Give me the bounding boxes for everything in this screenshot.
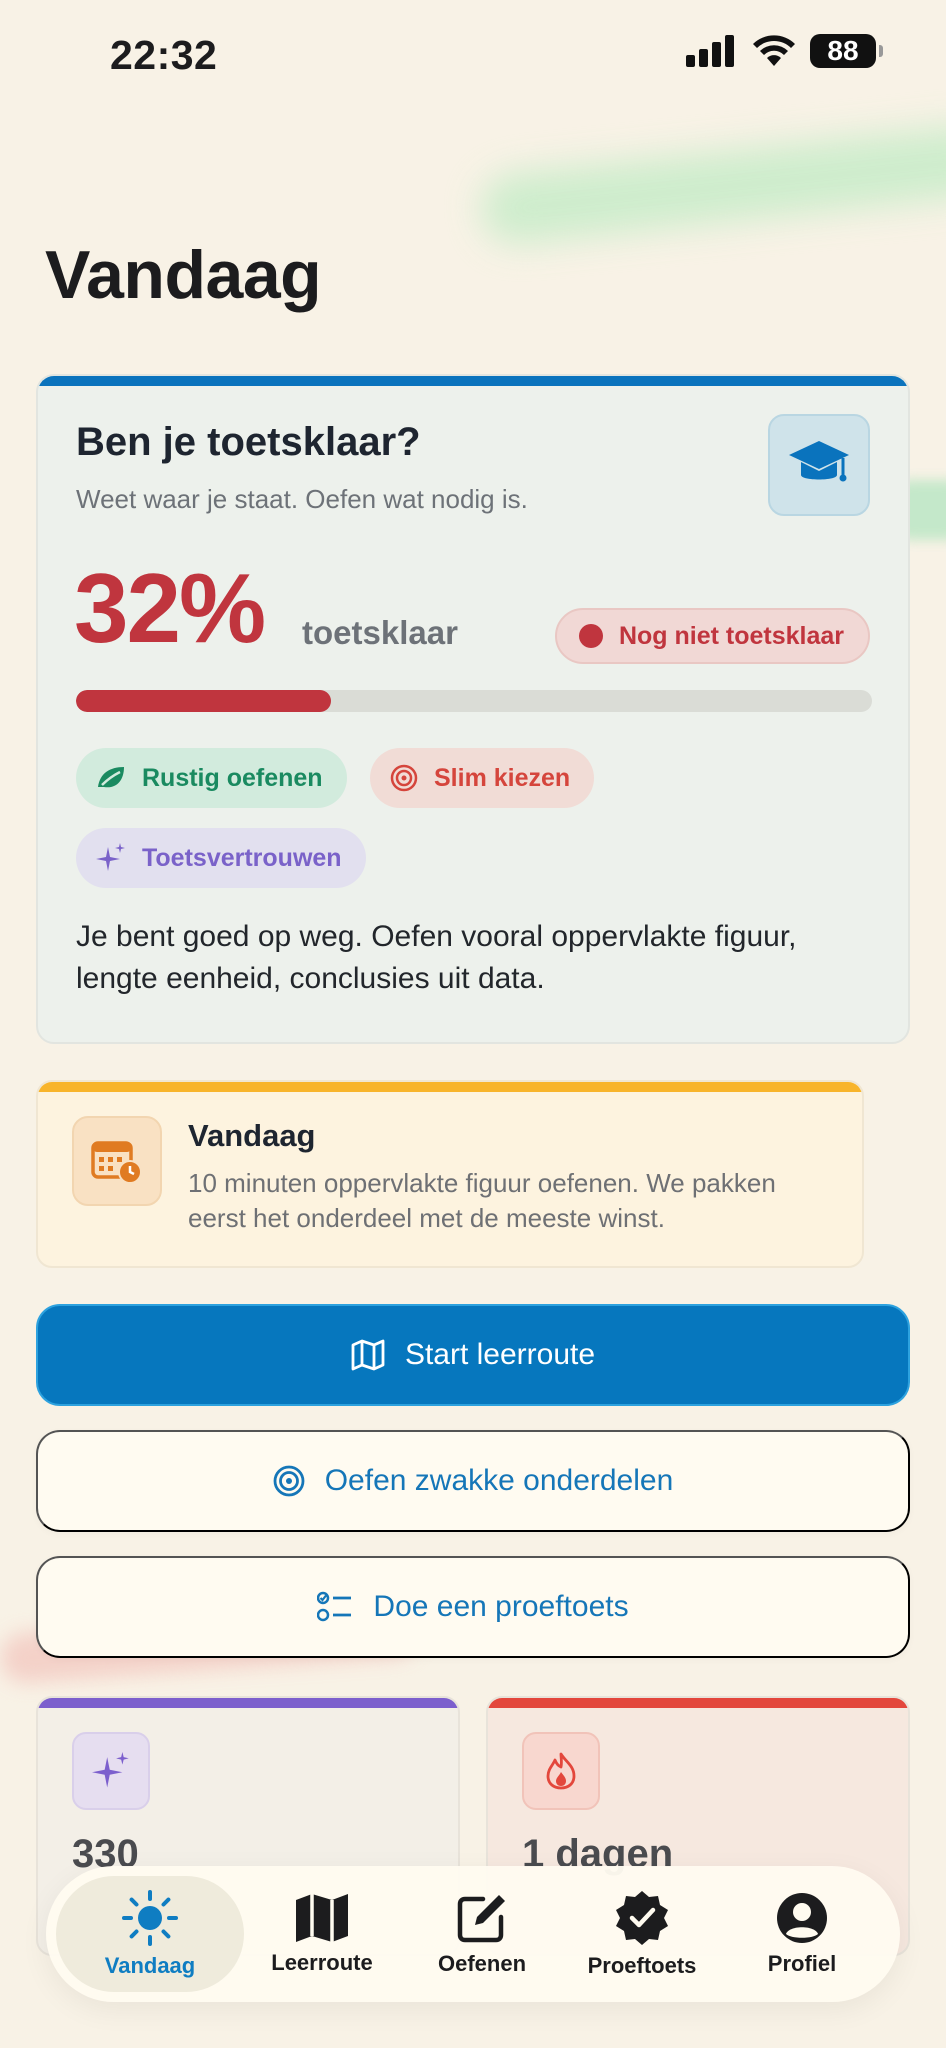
nav-tab-leerroute[interactable]: Leerroute — [242, 1876, 402, 1992]
card-accent-bar — [38, 1082, 862, 1092]
start-leerroute-button[interactable]: Start leerroute — [36, 1304, 910, 1406]
nav-label: Profiel — [767, 1951, 837, 1976]
sparkles-icon — [96, 843, 125, 871]
map-icon — [296, 1894, 348, 1942]
readiness-progress-fill — [76, 690, 331, 712]
readiness-card[interactable]: Ben je toetsklaar? Weet waar je staat. O… — [36, 374, 910, 1044]
card-accent-bar — [38, 1698, 458, 1708]
nav-label: Leerroute — [271, 1950, 373, 1975]
flame-icon — [522, 1732, 600, 1810]
readiness-status-text: Nog niet toetsklaar — [618, 621, 844, 650]
graduation-cap-icon — [768, 414, 870, 516]
page-title: Vandaag — [45, 237, 322, 313]
user-avatar-icon — [777, 1893, 827, 1943]
card-accent-bar — [488, 1698, 908, 1708]
chip-slim-kiezen[interactable]: Slim kiezen — [370, 748, 595, 808]
checklist-icon — [317, 1591, 352, 1622]
oefen-zwakke-onderdelen-button[interactable]: Oefen zwakke onderdelen — [36, 1430, 910, 1532]
edit-icon — [457, 1895, 505, 1943]
verified-badge-icon — [616, 1891, 668, 1945]
nav-label: Proeftoets — [587, 1953, 697, 1978]
sparkles-icon — [72, 1732, 150, 1810]
nav-tab-profiel[interactable]: Profiel — [722, 1876, 882, 1992]
button-label: Start leerroute — [404, 1338, 596, 1371]
readiness-percentage-label: toetsklaar — [302, 614, 458, 651]
chip-toetsvertrouwen[interactable]: Toetsvertrouwen — [76, 828, 366, 888]
status-icons: 88 — [686, 34, 883, 68]
nav-tab-vandaag[interactable]: Vandaag — [56, 1876, 244, 1992]
chip-label: Toetsvertrouwen — [142, 843, 342, 872]
nav-label: Vandaag — [104, 1953, 196, 1978]
signal-icon — [686, 35, 734, 67]
chip-label: Slim kiezen — [434, 763, 571, 792]
chip-label: Rustig oefenen — [142, 763, 323, 792]
bottom-navigation: Vandaag Leerroute Oefenen Proeftoets Pro… — [46, 1866, 900, 2002]
target-icon — [390, 764, 418, 792]
readiness-title: Ben je toetsklaar? — [76, 420, 421, 464]
today-card[interactable]: Vandaag 10 minuten oppervlakte figuur oe… — [36, 1080, 864, 1268]
button-label: Doe een proeftoets — [373, 1590, 629, 1623]
status-dot-icon — [578, 624, 603, 648]
doe-een-proeftoets-button[interactable]: Doe een proeftoets — [36, 1556, 910, 1658]
today-description: 10 minuten oppervlakte figuur oefenen. W… — [188, 1168, 776, 1233]
sun-icon — [122, 1890, 178, 1946]
nav-tab-oefenen[interactable]: Oefenen — [402, 1876, 562, 1992]
readiness-subtitle: Weet waar je staat. Oefen wat nodig is. — [76, 484, 528, 514]
button-label: Oefen zwakke onderdelen — [324, 1464, 674, 1497]
status-time: 22:32 — [110, 32, 218, 78]
wifi-icon — [753, 35, 795, 66]
map-icon — [351, 1339, 385, 1371]
calendar-clock-icon — [72, 1116, 162, 1206]
battery-indicator: 88 — [810, 34, 883, 68]
background-blob — [477, 123, 946, 247]
leaf-icon — [98, 767, 124, 788]
readiness-status-badge: Nog niet toetsklaar — [554, 608, 870, 664]
today-title: Vandaag — [188, 1118, 316, 1153]
chip-rustig-oefenen[interactable]: Rustig oefenen — [76, 748, 347, 808]
target-icon — [273, 1465, 305, 1497]
nav-label: Oefenen — [437, 1951, 527, 1976]
readiness-percentage: 32% — [74, 553, 266, 663]
readiness-progress-bar — [76, 690, 872, 712]
status-bar: 22:32 88 — [0, 0, 946, 112]
card-accent-bar — [38, 376, 908, 386]
readiness-advice: Je bent goed op weg. Oefen vooral opperv… — [76, 920, 797, 995]
battery-level: 88 — [827, 35, 859, 66]
nav-tab-proeftoets[interactable]: Proeftoets — [562, 1876, 722, 1992]
